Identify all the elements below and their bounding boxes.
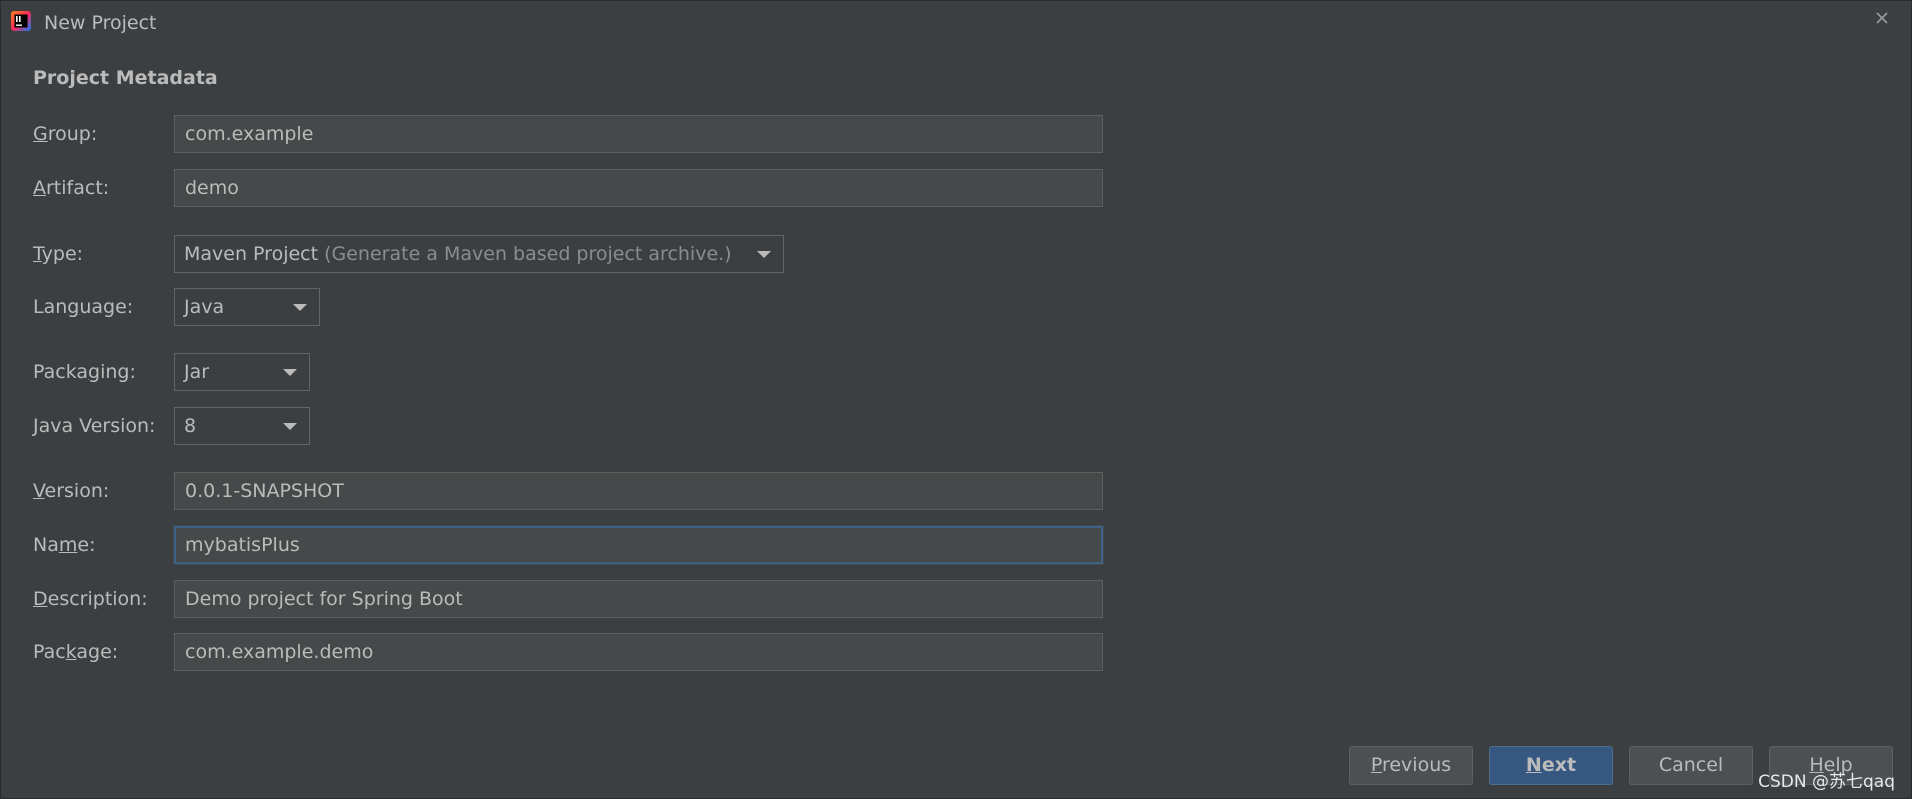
java-version-selected-value: 8 bbox=[184, 415, 197, 437]
package-label: Package: bbox=[33, 641, 119, 663]
type-label: Type: bbox=[33, 243, 84, 265]
watermark: CSDN @苏七qaq bbox=[1758, 772, 1895, 792]
java-version-dropdown[interactable]: 8 bbox=[174, 407, 310, 445]
version-row: Version: bbox=[1, 472, 1201, 510]
name-row: Name: bbox=[1, 526, 1201, 564]
java-version-label: Java Version: bbox=[33, 415, 156, 437]
description-row: Description: bbox=[1, 580, 1201, 618]
group-row: Group: bbox=[1, 115, 1201, 153]
chevron-down-icon bbox=[283, 423, 297, 430]
cancel-button[interactable]: Cancel bbox=[1629, 746, 1753, 785]
title-bar: New Project bbox=[1, 1, 1911, 45]
language-selected-value: Java bbox=[184, 296, 225, 318]
window-title: New Project bbox=[44, 12, 157, 34]
artifact-label: Artifact: bbox=[33, 177, 110, 199]
artifact-row: Artifact: bbox=[1, 169, 1201, 207]
description-label: Description: bbox=[33, 588, 148, 610]
close-icon[interactable] bbox=[1871, 7, 1893, 29]
packaging-dropdown[interactable]: Jar bbox=[174, 353, 310, 391]
packaging-row: Packaging: Jar bbox=[1, 353, 1201, 391]
new-project-dialog: New Project Project Metadata Group: Arti… bbox=[0, 0, 1912, 799]
package-input[interactable] bbox=[174, 633, 1103, 671]
type-dropdown[interactable]: Maven Project (Generate a Maven based pr… bbox=[174, 235, 784, 273]
name-input[interactable] bbox=[174, 526, 1103, 564]
name-label: Name: bbox=[33, 534, 96, 556]
language-row: Language: Java bbox=[1, 288, 1201, 326]
language-label: Language: bbox=[33, 296, 134, 318]
packaging-label: Packaging: bbox=[33, 361, 136, 383]
chevron-down-icon bbox=[293, 304, 307, 311]
previous-button[interactable]: Previous bbox=[1349, 746, 1473, 785]
group-input[interactable] bbox=[174, 115, 1103, 153]
language-dropdown[interactable]: Java bbox=[174, 288, 320, 326]
type-selected-value: Maven Project (Generate a Maven based pr… bbox=[184, 243, 732, 265]
section-title: Project Metadata bbox=[33, 67, 218, 89]
group-label: Group: bbox=[33, 123, 98, 145]
packaging-selected-value: Jar bbox=[184, 361, 210, 383]
intellij-idea-icon bbox=[11, 11, 31, 31]
type-row: Type: Maven Project (Generate a Maven ba… bbox=[1, 235, 1201, 273]
chevron-down-icon bbox=[283, 369, 297, 376]
artifact-input[interactable] bbox=[174, 169, 1103, 207]
java-version-row: Java Version: 8 bbox=[1, 407, 1201, 445]
type-hint: (Generate a Maven based project archive.… bbox=[324, 243, 732, 265]
version-input[interactable] bbox=[174, 472, 1103, 510]
description-input[interactable] bbox=[174, 580, 1103, 618]
version-label: Version: bbox=[33, 480, 110, 502]
package-row: Package: bbox=[1, 633, 1201, 671]
next-button[interactable]: Next bbox=[1489, 746, 1613, 785]
chevron-down-icon bbox=[757, 251, 771, 258]
